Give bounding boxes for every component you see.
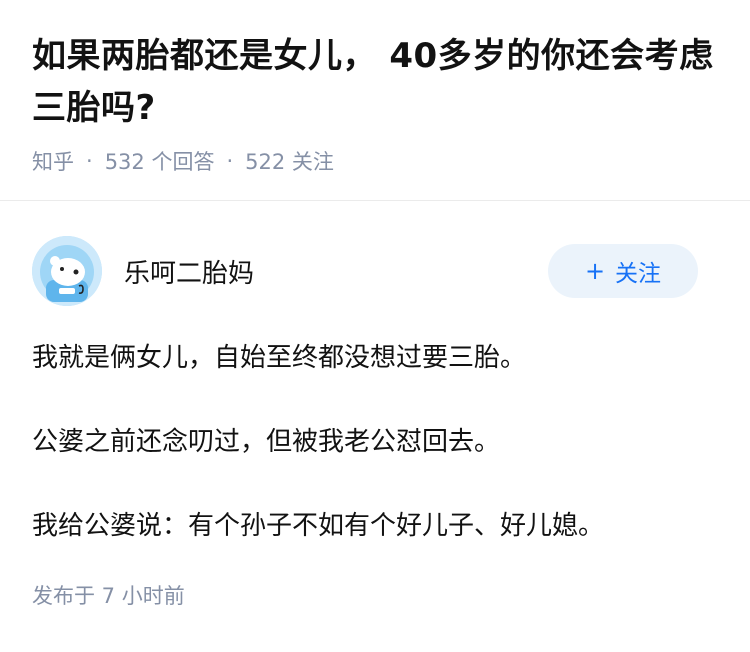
meta-separator: · [226,149,234,173]
author-info[interactable]: 乐呵二胎妈 [32,236,254,306]
avatar[interactable] [32,236,102,306]
answers-count[interactable]: 532 个回答 [105,146,215,176]
polar-bear-avatar-icon [32,236,102,306]
author-row: 乐呵二胎妈 + 关注 [32,236,718,306]
section-divider [0,200,750,201]
answer-paragraph: 我就是俩女儿，自始至终都没想过要三胎。 [32,343,527,373]
publish-time: 发布于 7 小时前 [32,584,185,608]
followers-count: 522 关注 [245,150,334,174]
author-name[interactable]: 乐呵二胎妈 [124,253,254,290]
question-header: 如果两胎都还是女儿， 40多岁的你还会考虑三胎吗? 知乎 · 532 个回答 ·… [0,0,750,174]
question-title[interactable]: 如果两胎都还是女儿， 40多岁的你还会考虑三胎吗? [32,30,718,134]
follow-button[interactable]: + 关注 [548,244,698,298]
meta-separator: · [86,149,93,173]
answer-content: 我就是俩女儿，自始至终都没想过要三胎。 公婆之前还念叨过，但被我老公怼回去。 我… [32,338,718,546]
plus-icon: + [584,257,606,285]
answer-paragraph: 我给公婆说：有个孙子不如有个好儿子、好儿媳。 [32,511,605,541]
answer-paragraph: 公婆之前还念叨过，但被我老公怼回去。 [32,427,501,457]
source-label[interactable]: 知乎 [32,146,74,176]
follow-label: 关注 [615,261,662,287]
answer-card: 乐呵二胎妈 + 关注 我就是俩女儿，自始至终都没想过要三胎。 公婆之前还念叨过，… [0,236,750,610]
question-meta: 知乎 · 532 个回答 · 522 关注 [32,146,718,176]
